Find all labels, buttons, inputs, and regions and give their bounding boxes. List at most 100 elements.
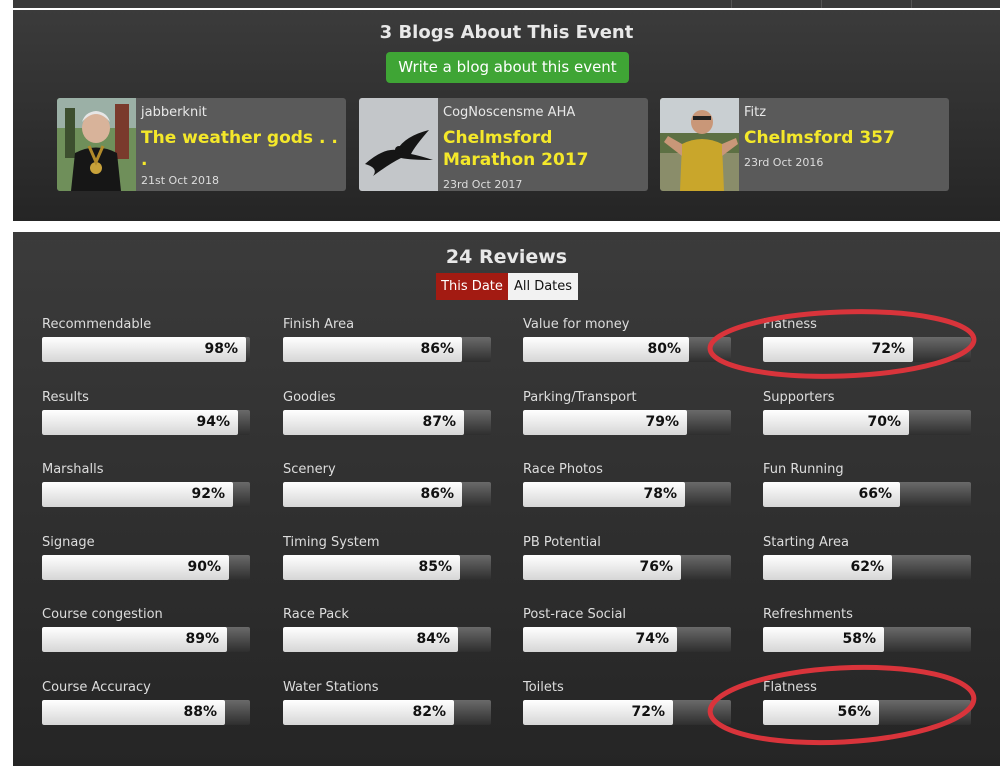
rating-label: Supporters [763,390,835,405]
rating-label: Parking/Transport [523,390,637,405]
blog-date: 23rd Oct 2016 [744,156,824,169]
rating-label: Recommendable [42,317,152,332]
rating-item: Flatness 72% [763,317,973,377]
rating-bar-track: 84% [283,627,491,652]
rating-label: PB Potential [523,535,601,550]
rating-bar-fill: 89% [42,627,227,652]
rating-bar-fill: 88% [42,700,225,725]
rating-bar-fill: 98% [42,337,246,362]
rating-bar-track: 79% [523,410,731,435]
blog-thumbnail-crow-photo [359,98,438,191]
rating-bar-track: 86% [283,482,491,507]
rating-percentage: 94% [196,414,230,430]
blog-card[interactable]: CogNoscensme AHA Chelmsford Marathon 201… [359,98,648,191]
rating-label: Scenery [283,462,336,477]
rating-item: Finish Area 86% [283,317,493,377]
rating-bar-track: 78% [523,482,731,507]
rating-bar-fill: 74% [523,627,677,652]
rating-item: Race Pack 84% [283,607,493,667]
rating-bar-track: 74% [523,627,731,652]
rating-item: Water Stations 82% [283,680,493,740]
rating-label: Fun Running [763,462,844,477]
rating-bar-track: 70% [763,410,971,435]
reviews-panel: 24 Reviews This Date All Dates Recommend… [13,232,1000,766]
rating-bar-track: 90% [42,555,250,580]
rating-percentage: 62% [850,559,884,575]
rating-bar-track: 76% [523,555,731,580]
rating-label: Marshalls [42,462,104,477]
rating-bar-fill: 76% [523,555,681,580]
blog-title[interactable]: Chelmsford Marathon 2017 [443,127,645,171]
strip-divider [731,0,732,8]
rating-item: Signage 90% [42,535,252,595]
rating-bar-fill: 94% [42,410,238,435]
rating-bar-fill: 78% [523,482,685,507]
rating-bar-fill: 90% [42,555,229,580]
strip-divider [911,0,912,8]
rating-bar-track: 86% [283,337,491,362]
blog-card[interactable]: Fitz Chelmsford 357 23rd Oct 2016 [660,98,949,191]
blog-thumbnail-runner-photo [660,98,739,191]
rating-item: Fun Running 66% [763,462,973,522]
rating-percentage: 84% [416,631,450,647]
rating-bar-fill: 56% [763,700,879,725]
rating-item: Race Photos 78% [523,462,733,522]
rating-percentage: 76% [639,559,673,575]
rating-percentage: 70% [867,414,901,430]
rating-percentage: 85% [418,559,452,575]
rating-percentage: 86% [420,341,454,357]
rating-percentage: 58% [842,631,876,647]
rating-bar-track: 56% [763,700,971,725]
rating-percentage: 92% [191,486,225,502]
rating-bar-fill: 66% [763,482,900,507]
rating-label: Post-race Social [523,607,627,622]
rating-percentage: 78% [643,486,677,502]
rating-bar-fill: 86% [283,482,462,507]
rating-label: Race Photos [523,462,603,477]
rating-item: Results 94% [42,390,252,450]
blog-title[interactable]: Chelmsford 357 [744,127,946,149]
rating-bar-track: 94% [42,410,250,435]
rating-item: Starting Area 62% [763,535,973,595]
rating-percentage: 74% [635,631,669,647]
top-strip [13,0,1000,8]
rating-bar-track: 72% [523,700,731,725]
write-blog-button[interactable]: Write a blog about this event [386,52,629,83]
rating-label: Starting Area [763,535,849,550]
rating-percentage: 72% [871,341,905,357]
rating-item: Refreshments 58% [763,607,973,667]
rating-label: Flatness [763,317,817,332]
blogs-heading: 3 Blogs About This Event [379,22,634,43]
rating-item: PB Potential 76% [523,535,733,595]
rating-percentage: 89% [185,631,219,647]
rating-bar-fill: 80% [523,337,689,362]
rating-bar-fill: 82% [283,700,454,725]
rating-percentage: 88% [183,704,217,720]
rating-item: Value for money 80% [523,317,733,377]
strip-divider [821,0,822,8]
rating-percentage: 86% [420,486,454,502]
blog-title[interactable]: The weather gods . . . [141,127,343,171]
blog-card[interactable]: jabberknit The weather gods . . . 21st O… [57,98,346,191]
rating-item: Parking/Transport 79% [523,390,733,450]
rating-label: Course congestion [42,607,163,622]
rating-item: Course congestion 89% [42,607,252,667]
all-dates-toggle[interactable]: All Dates [508,273,578,300]
rating-item: Toilets 72% [523,680,733,740]
rating-bar-track: 98% [42,337,250,362]
rating-label: Signage [42,535,95,550]
rating-bar-track: 85% [283,555,491,580]
blog-author: Fitz [744,105,767,120]
rating-bar-track: 58% [763,627,971,652]
rating-percentage: 98% [204,341,238,357]
blogs-panel: 3 Blogs About This Event Write a blog ab… [13,10,1000,221]
rating-label: Race Pack [283,607,349,622]
blog-date: 23rd Oct 2017 [443,178,523,191]
rating-bar-track: 82% [283,700,491,725]
reviews-heading: 24 Reviews [445,246,568,268]
rating-bar-track: 88% [42,700,250,725]
rating-percentage: 90% [187,559,221,575]
rating-label: Refreshments [763,607,853,622]
this-date-toggle[interactable]: This Date [436,273,508,300]
rating-bar-fill: 92% [42,482,233,507]
